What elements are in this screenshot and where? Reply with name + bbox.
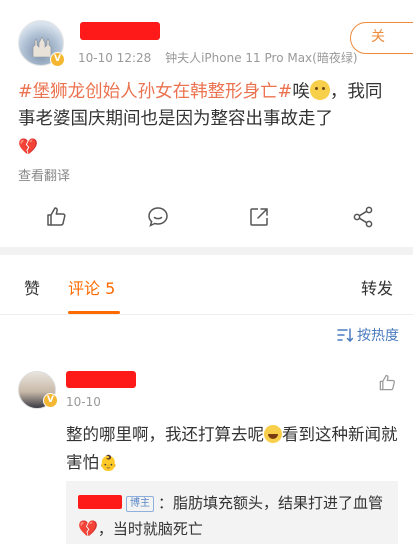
sort-icon bbox=[337, 328, 353, 342]
castle-icon bbox=[32, 36, 52, 57]
post-text-part-1: 唉 bbox=[292, 82, 310, 102]
sort-by-hot-button[interactable]: 按热度 bbox=[337, 325, 399, 345]
redacted-commenter-name bbox=[66, 371, 136, 388]
translate-link[interactable]: 查看翻译 bbox=[18, 165, 70, 184]
post-device: 钟夫人iPhone 11 Pro Max(暗夜绿) bbox=[165, 51, 358, 65]
comment-text-part-1: 整的哪里啊，我还打算去呢 bbox=[66, 425, 264, 444]
like-icon[interactable] bbox=[44, 205, 68, 229]
sad-face-emoji-icon bbox=[309, 80, 330, 100]
active-tab-indicator bbox=[68, 311, 120, 314]
weibo-post-card: V 10-10 12:28 钟夫人iPhone 11 Pro Max(暗夜绿) … bbox=[0, 0, 413, 247]
reply-text-part-1: ：脂肪填充额头，结果打进了血管 bbox=[158, 494, 384, 512]
reply-broken-heart-emoji-icon: 💔 bbox=[78, 519, 98, 538]
laughing-emoji-icon bbox=[264, 425, 282, 443]
comment-item: V 10-10 整的哪里啊，我还打算去呢 看到这种新闻就害怕👶 博主 ：脂肪填充额头… bbox=[0, 353, 413, 544]
redacted-username bbox=[80, 22, 160, 40]
post-timestamp: 10-10 12:28 bbox=[78, 51, 152, 65]
comment-text: 整的哪里啊，我还打算去呢 看到这种新闻就害怕👶 bbox=[66, 421, 402, 477]
author-reply-box[interactable]: 博主 ：脂肪填充额头，结果打进了血管 💔，当时就脑死亡 bbox=[66, 481, 398, 544]
sort-label: 按热度 bbox=[357, 328, 399, 344]
post-meta: 10-10 12:28 钟夫人iPhone 11 Pro Max(暗夜绿) bbox=[78, 49, 368, 66]
scared-child-emoji-icon: 👶 bbox=[99, 454, 118, 472]
comment-date: 10-10 bbox=[66, 395, 101, 409]
post-tabs: 赞 评论 5 转发 bbox=[0, 255, 413, 315]
reply-text: 博主 ：脂肪填充额头，结果打进了血管 💔，当时就脑死亡 bbox=[78, 491, 390, 542]
post-body: #堡狮龙创始人孙女在韩整形身亡#唉 ，我同事老婆国庆期间也是因为整容出事故走了 💔 bbox=[18, 79, 398, 161]
more-share-icon[interactable] bbox=[351, 205, 375, 229]
tab-likes[interactable]: 赞 bbox=[24, 275, 40, 299]
reply-text-part-2: ，当时就脑死亡 bbox=[97, 520, 203, 538]
topic-link[interactable]: #堡狮龙创始人孙女在韩整形身亡# bbox=[18, 82, 292, 102]
verified-badge-icon: V bbox=[50, 52, 65, 67]
post-action-bar bbox=[0, 195, 413, 243]
follow-button[interactable]: 关 bbox=[350, 22, 413, 54]
commenter-verified-badge-icon: V bbox=[43, 393, 58, 408]
tab-reposts[interactable]: 转发 bbox=[361, 275, 393, 299]
broken-heart-emoji-icon: 💔 bbox=[18, 137, 38, 156]
blogger-tag: 博主 bbox=[126, 496, 154, 512]
share-icon[interactable] bbox=[247, 205, 271, 229]
redacted-reply-author bbox=[78, 495, 122, 509]
comment-like-icon[interactable] bbox=[377, 373, 397, 393]
follow-label: 关 bbox=[371, 29, 385, 45]
comment-icon[interactable] bbox=[146, 205, 170, 229]
sort-bar: 按热度 bbox=[0, 315, 413, 353]
tab-comments[interactable]: 评论 5 bbox=[68, 275, 115, 299]
